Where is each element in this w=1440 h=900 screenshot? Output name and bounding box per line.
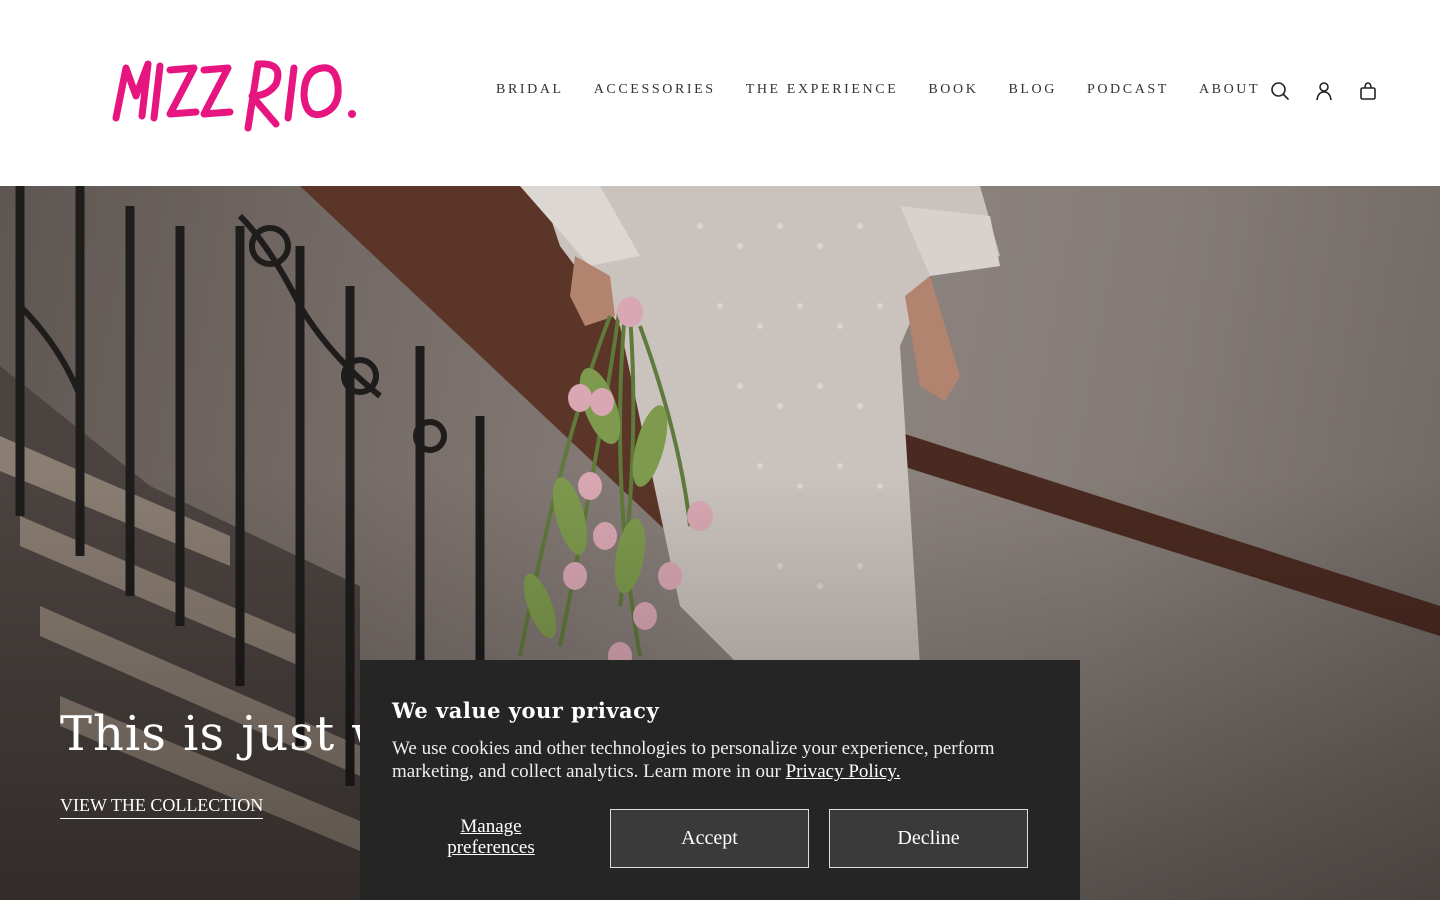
privacy-policy-link[interactable]: Privacy Policy.	[786, 761, 901, 782]
nav-the-experience[interactable]: THE EXPERIENCE	[746, 82, 899, 98]
cookie-title: We value your privacy	[392, 698, 660, 723]
brand-logo[interactable]	[108, 52, 360, 134]
cart-icon[interactable]	[1358, 80, 1378, 102]
nav-podcast[interactable]: PODCAST	[1087, 82, 1169, 98]
account-icon[interactable]	[1314, 80, 1334, 102]
nav-blog[interactable]: BLOG	[1008, 82, 1057, 98]
accept-button[interactable]: Accept	[610, 809, 809, 868]
manage-line-2: preferences	[447, 837, 535, 858]
manage-line-1: Manage	[460, 816, 522, 837]
nav-book[interactable]: BOOK	[928, 82, 978, 98]
logo-wordmark-icon	[112, 60, 356, 132]
nav-bridal[interactable]: BRIDAL	[496, 82, 564, 98]
site-header: BRIDAL ACCESSORIES THE EXPERIENCE BOOK B…	[0, 0, 1440, 186]
nav-about[interactable]: ABOUT	[1199, 82, 1260, 98]
cookie-banner: We value your privacy We use cookies and…	[360, 660, 1080, 900]
main-nav: BRIDAL ACCESSORIES THE EXPERIENCE BOOK B…	[496, 82, 1260, 98]
header-icons	[1270, 80, 1378, 102]
manage-preferences-button[interactable]: Manage preferences	[420, 816, 562, 858]
cookie-body-text: We use cookies and other technologies to…	[392, 738, 995, 782]
nav-accessories[interactable]: ACCESSORIES	[594, 82, 716, 98]
search-icon[interactable]	[1270, 80, 1290, 102]
hero-title: This is just wi	[60, 706, 410, 762]
decline-button[interactable]: Decline	[829, 809, 1028, 868]
cookie-body: We use cookies and other technologies to…	[392, 737, 1052, 783]
view-collection-link[interactable]: VIEW THE COLLECTION	[60, 795, 264, 819]
